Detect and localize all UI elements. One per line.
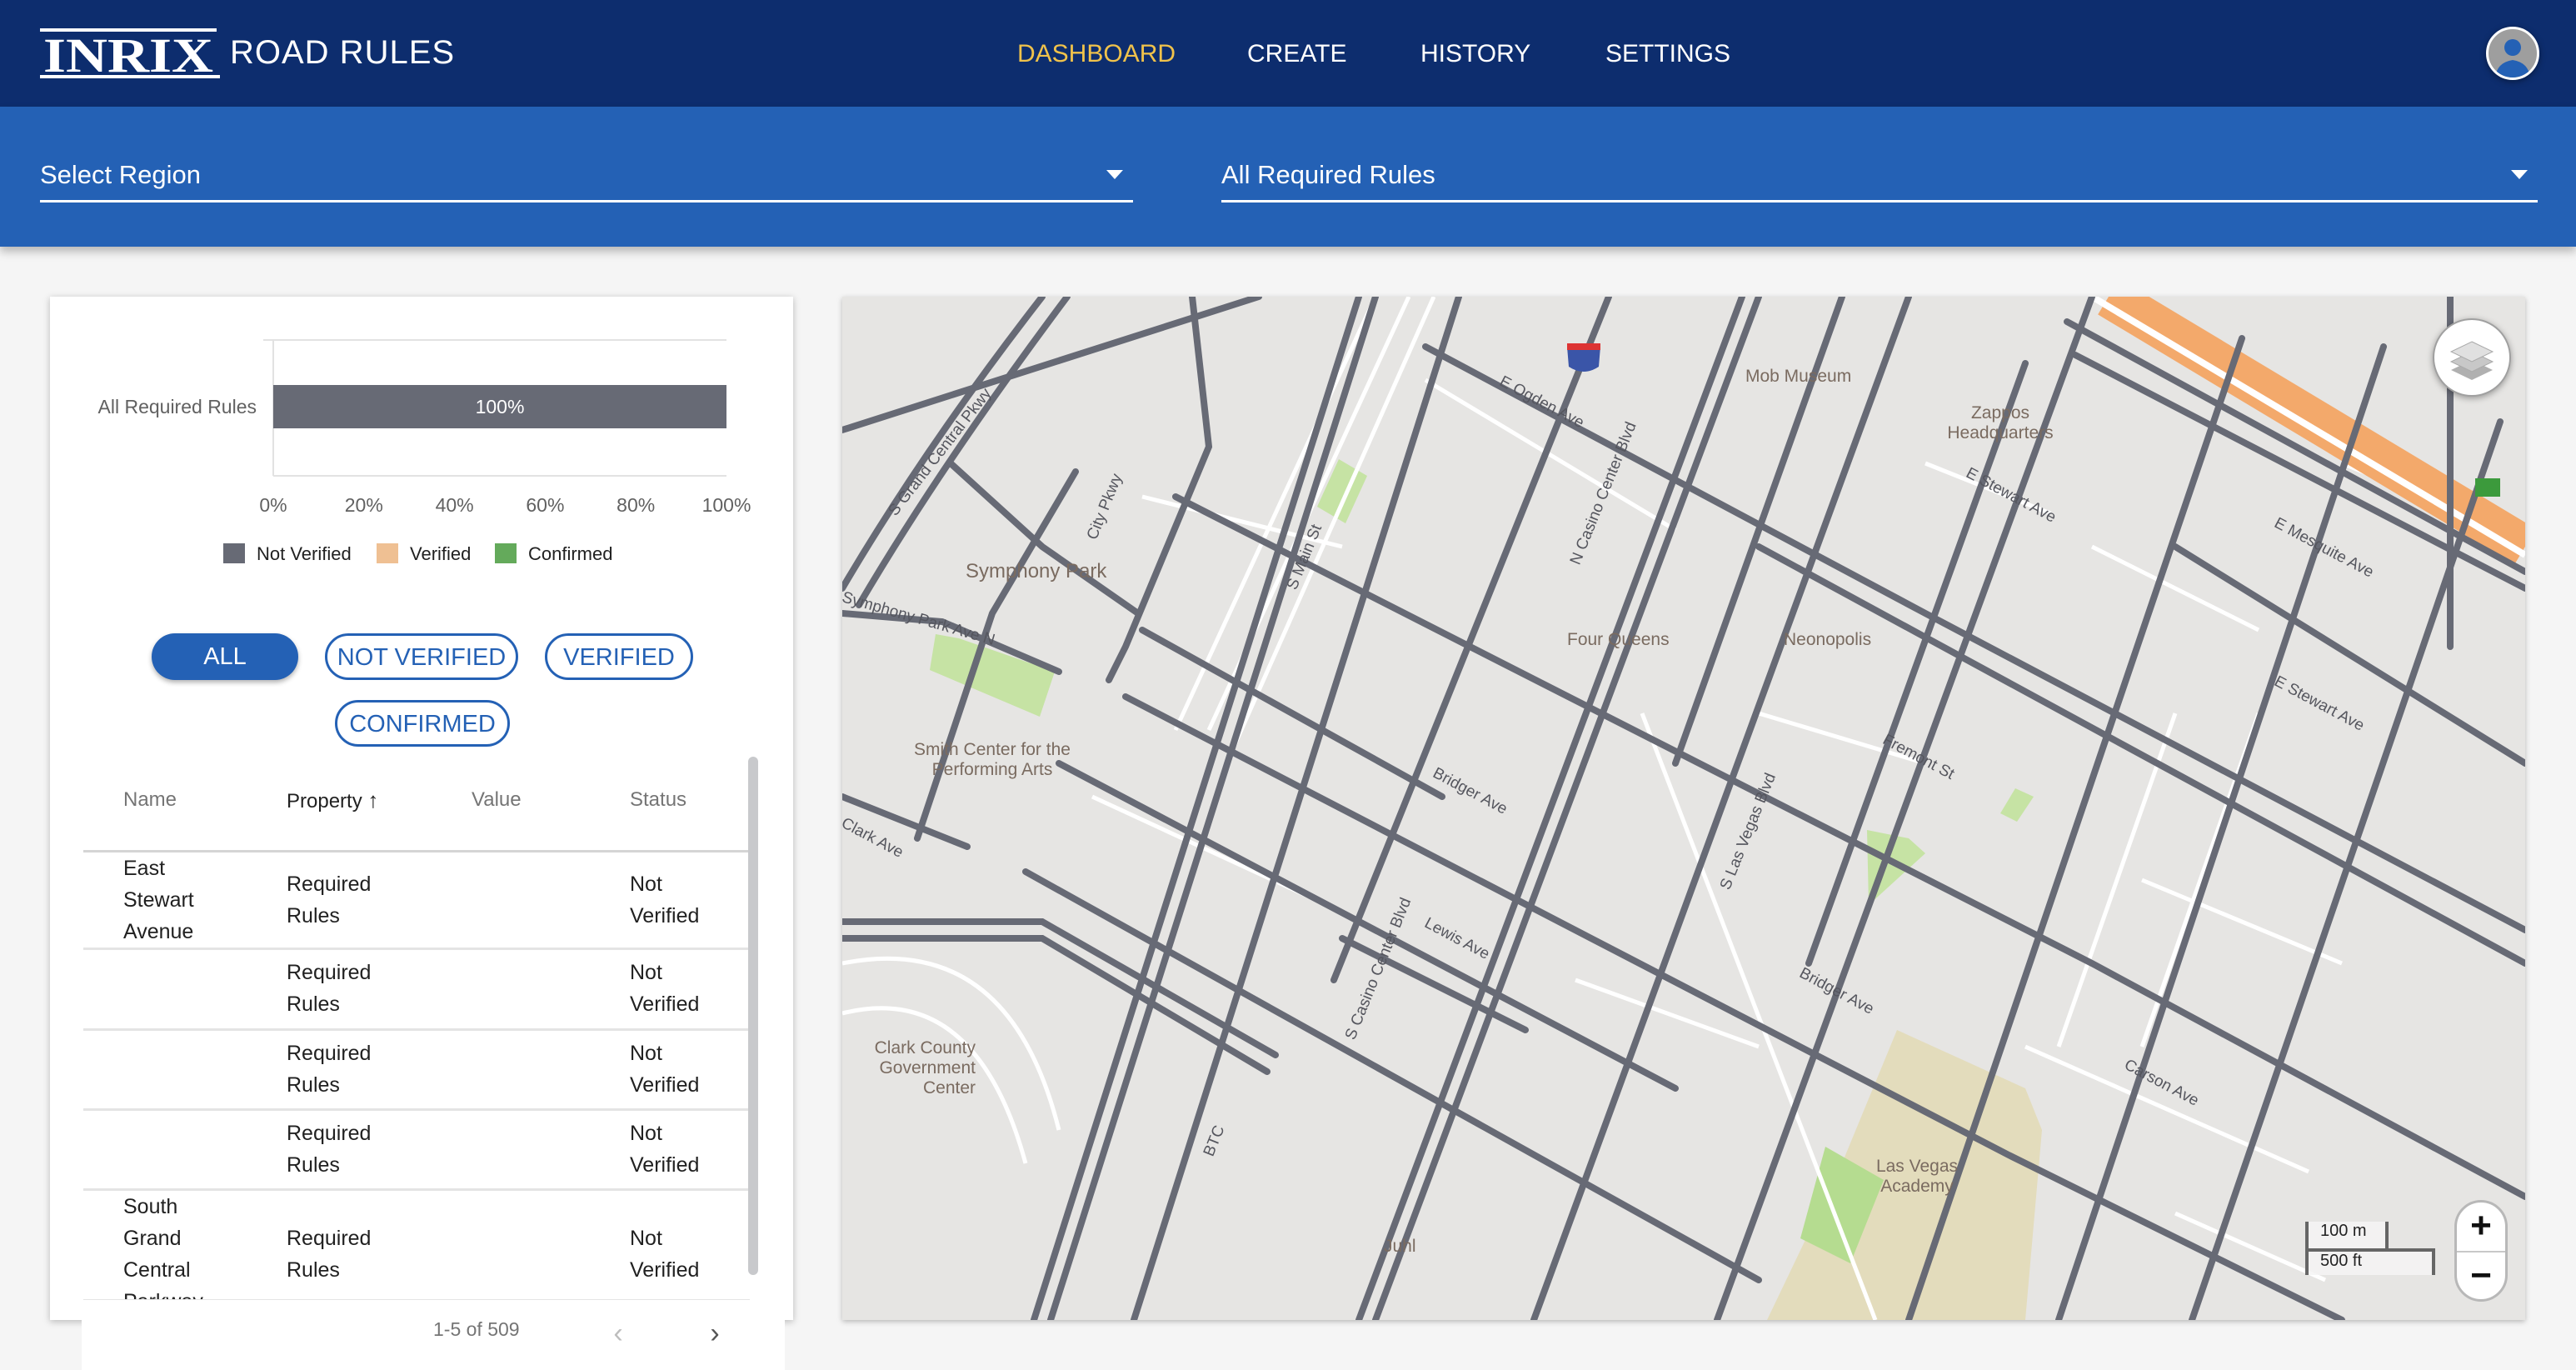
cell-property: Required Rules (287, 1122, 372, 1177)
x-tick-label: 0% (259, 494, 287, 516)
filter-chip-confirmed[interactable]: CONFIRMED (335, 700, 510, 747)
table-row[interactable]: East Stewart Avenue Required Rules Not Verif… (83, 852, 750, 950)
cell-status: Not Verified (630, 1042, 700, 1097)
zoom-in-button[interactable]: + (2457, 1202, 2505, 1251)
legend-label: Not Verified (257, 543, 352, 564)
nav-dashboard[interactable]: DASHBOARD (1017, 33, 1176, 75)
map-roads (842, 297, 2525, 1320)
cell-property: Required Rules (287, 1042, 372, 1097)
route-marker-75 (2475, 478, 2500, 497)
column-header-status[interactable]: Status (630, 753, 686, 847)
cell-property: Required Rules (287, 872, 372, 928)
table-row[interactable]: Required Rules Not Verified (83, 1031, 750, 1111)
filter-chip-not-verified[interactable]: NOT VERIFIED (325, 633, 518, 680)
filter-chip-verified[interactable]: VERIFIED (545, 633, 693, 680)
top-app-bar: INRIX ROAD RULES DASHBOARD CREATE HISTOR… (0, 0, 2576, 107)
column-header-value[interactable]: Value (472, 753, 522, 847)
inrix-logo: INRIX (40, 28, 220, 82)
cell-status: Not Verified (630, 1122, 700, 1177)
cell-status: Not Verified (630, 872, 700, 928)
y-tick-label: All Required Rules (98, 396, 257, 418)
column-header-name[interactable]: Name (123, 753, 177, 847)
legend-swatch-verified (377, 543, 398, 563)
column-header-property-label: Property (287, 790, 362, 812)
dropdown-arrow-icon (1106, 170, 1123, 179)
app-title: ROAD RULES (230, 34, 456, 71)
status-bar-chart: All Required Rules 100% 0% 20% 40% 60% 80% 100%… (98, 339, 751, 564)
x-tick-label: 100% (702, 494, 751, 516)
sort-ascending-icon: ↑ (367, 788, 379, 812)
scale-imperial: 500 ft (2305, 1248, 2435, 1275)
legend-label: Confirmed (528, 543, 612, 564)
scale-metric: 100 m (2305, 1222, 2389, 1248)
table-row[interactable]: Required Rules Not Verified (83, 1111, 750, 1191)
map-label-clark-county: Clark County Government Center (874, 1038, 976, 1098)
table-row[interactable]: South Grand Central Parkway Required Rules N… (83, 1191, 750, 1302)
major-roads (842, 297, 2525, 1320)
map-label-smith-center: Smith Center for the Performing Arts (914, 740, 1071, 779)
map-label-symphony-park: Symphony Park (966, 560, 1107, 582)
table-scrollbar[interactable] (748, 757, 758, 1275)
cell-property: Required Rules (287, 1227, 372, 1282)
highway-shield-515 (1567, 343, 1600, 372)
person-icon (2495, 39, 2530, 78)
table-row[interactable]: Required Rules Not Verified (83, 950, 750, 1031)
zoom-control: + − (2454, 1200, 2508, 1302)
x-tick-label: 80% (617, 494, 655, 516)
cell-name: South Grand Central Parkway (123, 1195, 203, 1302)
chevron-left-icon[interactable]: ‹ (602, 1315, 635, 1352)
cell-name: East Stewart Avenue (123, 857, 194, 943)
map-label-four-queens: Four Queens (1567, 630, 1670, 649)
dropdown-arrow-icon (2511, 170, 2528, 179)
svg-text:INRIX: INRIX (43, 28, 213, 82)
user-avatar[interactable] (2486, 27, 2539, 80)
legend-swatch-confirmed (495, 543, 517, 563)
layers-icon (2449, 341, 2494, 380)
cell-status: Not Verified (630, 1227, 700, 1282)
map-label-mob-museum: Mob Museum (1745, 367, 1852, 386)
rules-select-value: All Required Rules (1221, 160, 1435, 189)
map-view[interactable]: Symphony Park Smith Center for the Perfo… (842, 297, 2525, 1320)
chevron-right-icon[interactable]: › (698, 1315, 731, 1352)
pagination: 1-5 of 509 ‹ › (82, 1300, 785, 1370)
x-tick-label: 40% (436, 494, 474, 516)
column-header-property[interactable]: Property ↑ (287, 753, 378, 847)
map-label-juhl: Juhl (1384, 1237, 1416, 1256)
nav-create[interactable]: CREATE (1247, 33, 1346, 75)
x-tick-label: 20% (345, 494, 383, 516)
bar-data-label: 100% (476, 396, 525, 418)
cell-property: Required Rules (287, 961, 372, 1016)
layers-button[interactable] (2433, 318, 2511, 397)
rules-select[interactable]: All Required Rules (1221, 150, 2538, 202)
pagination-range: 1-5 of 509 (433, 1318, 520, 1340)
x-tick-label: 60% (526, 494, 564, 516)
map-label-zappos: Zappos Headquarters (1947, 403, 2054, 442)
rules-summary-card: All Required Rules 100% 0% 20% 40% 60% 80% 100%… (50, 297, 793, 1320)
zoom-out-button[interactable]: − (2457, 1252, 2505, 1299)
region-select[interactable]: Select Region (40, 150, 1133, 202)
map-label-neonopolis: Neonopolis (1784, 630, 1872, 649)
nav-history[interactable]: HISTORY (1420, 33, 1530, 75)
region-select-value: Select Region (40, 160, 202, 189)
filter-bar: Select Region All Required Rules (0, 107, 2576, 247)
nav-settings[interactable]: SETTINGS (1605, 33, 1730, 75)
map-label-las-vegas-academy: Las Vegas Academy (1875, 1157, 1959, 1196)
filter-chip-all[interactable]: ALL (152, 633, 298, 680)
legend-label: Verified (410, 543, 471, 564)
cell-status: Not Verified (630, 961, 700, 1016)
legend-swatch-not-verified (223, 543, 245, 563)
